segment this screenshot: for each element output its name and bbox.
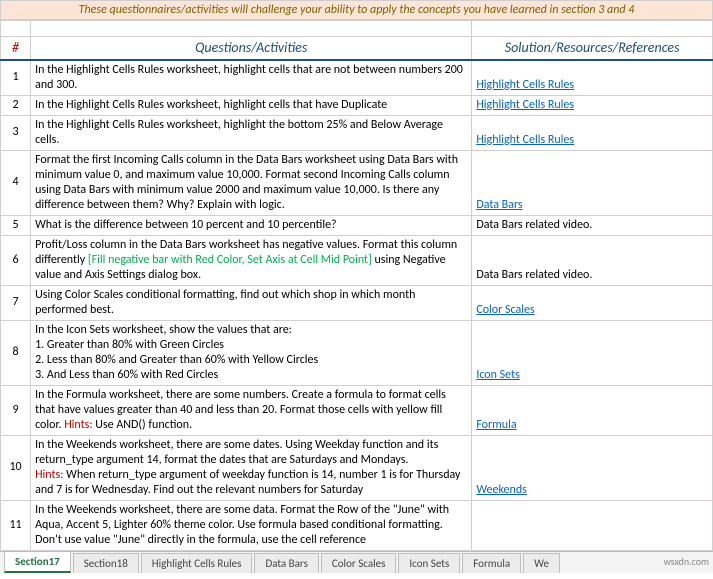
sheet-tab[interactable]: Section18 [73, 553, 139, 573]
question-cell: In the Highlight Cells Rules worksheet, … [31, 60, 472, 96]
solution-link[interactable]: Highlight Cells Rules [476, 98, 574, 112]
table-row: 10In the Weekends worksheet, there are s… [1, 435, 713, 500]
row-number: 4 [1, 150, 31, 215]
question-cell: In the Icon Sets worksheet, show the val… [31, 320, 472, 385]
row-number: 9 [1, 385, 31, 435]
table-row: 2In the Highlight Cells Rules worksheet,… [1, 95, 713, 115]
question-cell: In the Formula worksheet, there are some… [31, 385, 472, 435]
solution-cell: Data Bars related video. [472, 235, 713, 285]
solution-cell: Highlight Cells Rules [472, 60, 713, 96]
question-cell: What is the difference between 10 percen… [31, 215, 472, 235]
question-cell: In the Highlight Cells Rules worksheet, … [31, 115, 472, 150]
questions-table: # Questions/Activities Solution/Resource… [0, 20, 713, 551]
table-row: 3In the Highlight Cells Rules worksheet,… [1, 115, 713, 150]
question-cell: In the Highlight Cells Rules worksheet, … [31, 95, 472, 115]
row-number: 11 [1, 500, 31, 550]
sheet-tab[interactable]: We [523, 553, 560, 573]
row-number: 6 [1, 235, 31, 285]
sheet-tab[interactable]: Color Scales [321, 553, 397, 573]
header-questions: Questions/Activities [31, 37, 472, 60]
sheet-tab[interactable]: Section17 [4, 551, 71, 573]
sheet-tab[interactable]: Data Bars [254, 553, 318, 573]
solution-link[interactable]: Color Scales [476, 303, 534, 317]
solution-link[interactable]: Data Bars [476, 198, 522, 212]
table-row: 8In the Icon Sets worksheet, show the va… [1, 320, 713, 385]
sheet-tab[interactable]: Icon Sets [398, 553, 460, 573]
question-cell: In the Weekends worksheet, there are som… [31, 500, 472, 550]
sheet-tab[interactable]: Formula [462, 553, 521, 573]
question-cell: Using Color Scales conditional formattin… [31, 285, 472, 320]
table-row: 7Using Color Scales conditional formatti… [1, 285, 713, 320]
table-row: 4Format the first Incoming Calls column … [1, 150, 713, 215]
solution-cell [472, 500, 713, 550]
solution-cell: Highlight Cells Rules [472, 115, 713, 150]
solution-cell: Data Bars related video. [472, 215, 713, 235]
solution-link[interactable]: Icon Sets [476, 368, 519, 382]
solution-link[interactable]: Weekends [476, 483, 527, 497]
table-row: 9In the Formula worksheet, there are som… [1, 385, 713, 435]
sheet-tab-bar: Section17Section18Highlight Cells RulesD… [0, 551, 713, 573]
solution-cell: Icon Sets [472, 320, 713, 385]
solution-link[interactable]: Highlight Cells Rules [476, 78, 574, 92]
intro-banner: These questionnaires/activities will cha… [0, 0, 713, 20]
row-number: 3 [1, 115, 31, 150]
hint-red: Hints: [64, 418, 92, 432]
solution-link[interactable]: Formula [476, 418, 516, 432]
watermark: wsxdn.com [664, 555, 709, 568]
question-cell: In the Weekends worksheet, there are som… [31, 435, 472, 500]
solution-cell: Weekends [472, 435, 713, 500]
table-row: 1In the Highlight Cells Rules worksheet,… [1, 60, 713, 96]
hint-red: Hints: [35, 468, 63, 482]
question-cell: Format the first Incoming Calls column i… [31, 150, 472, 215]
hint-green: [Fill negative bar with Red Color, Set A… [88, 253, 372, 267]
row-number: 5 [1, 215, 31, 235]
table-row: 6Profit/Loss column in the Data Bars wor… [1, 235, 713, 285]
row-number: 1 [1, 60, 31, 96]
table-row: 11In the Weekends worksheet, there are s… [1, 500, 713, 550]
header-num: # [1, 37, 31, 60]
row-number: 10 [1, 435, 31, 500]
sheet-tab[interactable]: Highlight Cells Rules [141, 553, 253, 573]
solution-cell: Formula [472, 385, 713, 435]
table-row: 5What is the difference between 10 perce… [1, 215, 713, 235]
header-solution: Solution/Resources/References [472, 37, 713, 60]
question-cell: Profit/Loss column in the Data Bars work… [31, 235, 472, 285]
row-number: 8 [1, 320, 31, 385]
solution-cell: Color Scales [472, 285, 713, 320]
solution-cell: Data Bars [472, 150, 713, 215]
row-number: 7 [1, 285, 31, 320]
solution-cell: Highlight Cells Rules [472, 95, 713, 115]
solution-link[interactable]: Highlight Cells Rules [476, 133, 574, 147]
header-row: # Questions/Activities Solution/Resource… [1, 37, 713, 60]
row-number: 2 [1, 95, 31, 115]
